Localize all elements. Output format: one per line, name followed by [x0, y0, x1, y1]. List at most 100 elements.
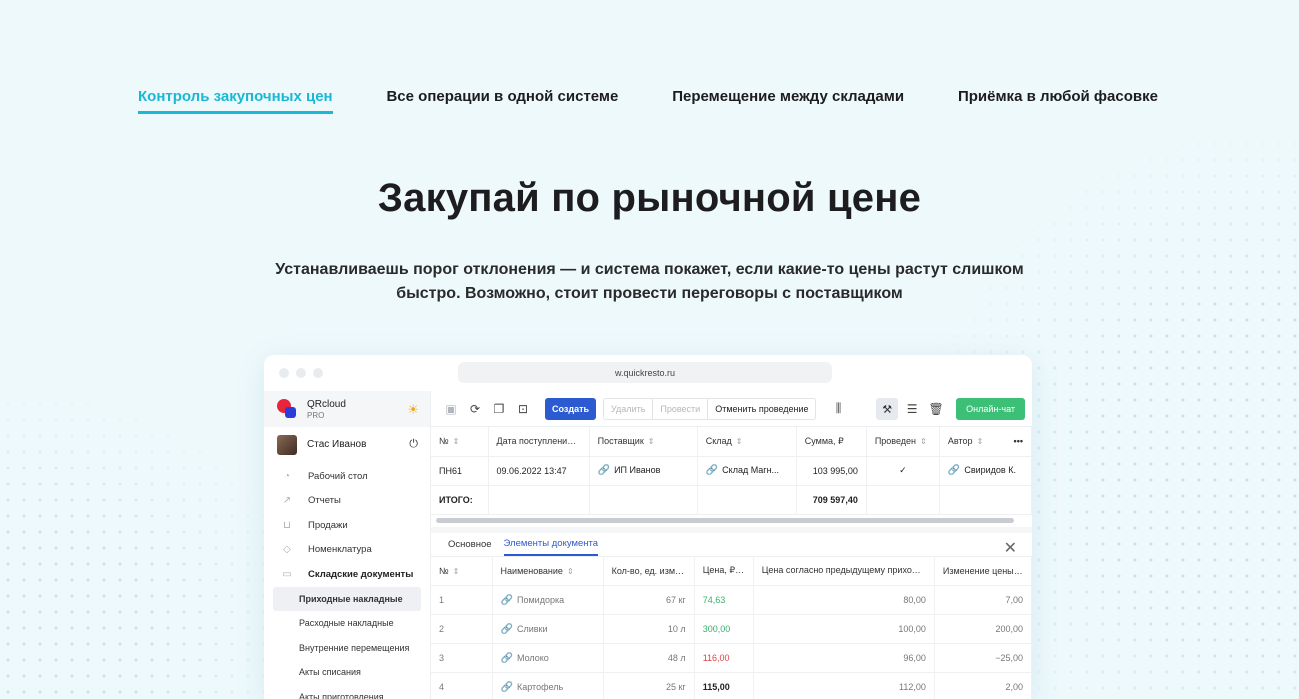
col-date[interactable]: Дата поступления ⇕ — [488, 427, 590, 457]
sidebar-subitem-incoming[interactable]: Приходные накладные — [273, 586, 421, 611]
total-row: ИТОГО: 709 597,40 — [431, 485, 1032, 515]
sidebar-item-label: Номенклатура — [308, 544, 372, 556]
more-icon[interactable]: ••• — [1014, 436, 1023, 446]
trash-icon[interactable]: 🗑 — [926, 402, 946, 416]
sidebar-subitem-transfers[interactable]: Внутренние перемещения — [264, 636, 430, 661]
link-icon[interactable]: 🔗 — [501, 595, 513, 606]
sidebar-item-sales[interactable]: ⊔ Продажи — [264, 513, 430, 538]
table-row[interactable]: 4 🔗 Картофель 25 кг 115,00 112,00 2,00 — [431, 672, 1032, 699]
window-dot-close[interactable] — [279, 368, 289, 378]
brand-block: QRcloud PRO ☀ — [264, 391, 430, 427]
cell-warehouse: 🔗 Склад Магн... — [697, 456, 797, 486]
link-icon[interactable]: 🔗 — [501, 653, 513, 664]
col-item-qty[interactable]: Кол-во, ед. изм. ⇕ — [603, 556, 695, 586]
col-posted[interactable]: Проведен ⇕ — [866, 427, 940, 457]
sidebar-subitem-outgoing[interactable]: Расходные накладные — [264, 611, 430, 636]
tab-all-operations[interactable]: Все операции в одной системе — [386, 88, 618, 114]
hero-subtitle: Устанавливаешь порог отклонения — и сист… — [240, 258, 1059, 306]
toolbar: ▣ ⟳ ❐ ⊡ Создать Удалить Провести Отменит… — [431, 391, 1032, 427]
sun-icon[interactable]: ☀ — [407, 402, 419, 418]
tag-icon: ◇ — [283, 544, 291, 556]
hero-subtitle-line2: быстро. Возможно, стоит провести перегов… — [396, 285, 903, 302]
col-number[interactable]: № ⇕ — [431, 427, 489, 457]
cell-sum: 103 995,00 — [796, 456, 867, 486]
table-row[interactable]: ПН61 09.06.2022 13:47 🔗 ИП Иванов 🔗 Склад … — [431, 456, 1032, 486]
sidebar: QRcloud PRO ☀ Стас Иванов ⏻ ◔ Рабочий сто… — [264, 391, 431, 699]
feature-tabs: Контроль закупочных цен Все операции в о… — [138, 88, 1158, 114]
copy-icon[interactable]: ❐ — [489, 402, 509, 416]
close-icon[interactable]: ✕ — [1004, 538, 1017, 558]
sidebar-item-label: Складские документы — [308, 568, 414, 580]
inbox-icon[interactable]: ⊡ — [513, 402, 533, 416]
documents-table: № ⇕ Дата поступления ⇕ Поставщик ⇕ Склад ⇕ С… — [431, 427, 1032, 515]
refresh-icon[interactable]: ⟳ — [465, 402, 485, 416]
main-panel: ▣ ⟳ ❐ ⊡ Создать Удалить Провести Отменит… — [431, 391, 1032, 699]
cell-supplier: 🔗 ИП Иванов — [589, 456, 698, 486]
cell-date: 09.06.2022 13:47 — [488, 456, 590, 486]
document-actions: Удалить Провести Отменить проведение — [603, 397, 817, 420]
delete-button[interactable]: Удалить — [604, 398, 654, 419]
col-supplier[interactable]: Поставщик ⇕ — [589, 427, 698, 457]
brand-plan: PRO — [307, 410, 325, 420]
create-button[interactable]: Создать — [545, 397, 597, 420]
hero-subtitle-line1: Устанавливаешь порог отклонения — и сист… — [275, 261, 1024, 278]
avatar[interactable] — [277, 434, 297, 455]
online-chat-button[interactable]: Онлайн-чат — [956, 398, 1025, 420]
horizontal-scrollbar[interactable] — [431, 515, 1032, 527]
table-row[interactable]: 2 🔗 Сливки 10 л 300,00 100,00 200,00 — [431, 614, 1032, 644]
tab-receiving[interactable]: Приёмка в любой фасовке — [958, 88, 1158, 114]
sidebar-item-label: Продажи — [308, 519, 348, 531]
sidebar-item-warehouse-docs[interactable]: ▭ Складские документы — [264, 562, 430, 587]
sidebar-item-label: Отчеты — [308, 495, 341, 507]
link-icon[interactable]: 🔗 — [501, 624, 513, 635]
sidebar-menu: ◔ Рабочий стол ↗ Отчеты ⊔ Продажи ◇ Номенкла… — [264, 462, 430, 699]
user-block: Стас Иванов ⏻ — [264, 427, 430, 462]
window-titlebar: w.quickresto.ru — [264, 355, 1032, 391]
tab-main[interactable]: Основное — [448, 533, 492, 556]
sidebar-subitem-cooking[interactable]: Акты приготовления — [264, 685, 430, 699]
power-icon[interactable]: ⏻ — [409, 438, 418, 451]
chart-icon: ↗ — [282, 495, 292, 507]
qrcloud-logo — [277, 399, 297, 419]
brand-name: QRcloud — [307, 398, 346, 410]
col-item-change[interactable]: Изменение цены, % — [934, 556, 1032, 586]
col-author[interactable]: Автор ⇕ ••• — [939, 427, 1032, 457]
tab-warehouse-transfer[interactable]: Перемещение между складами — [672, 88, 904, 114]
link-icon[interactable]: 🔗 — [598, 465, 610, 476]
window-controls — [279, 368, 323, 378]
save-icon[interactable]: ▣ — [441, 402, 461, 416]
col-sum[interactable]: Сумма, ₽ — [796, 427, 867, 457]
col-warehouse[interactable]: Склад ⇕ — [697, 427, 797, 457]
sidebar-subitem-writeoffs[interactable]: Акты списания — [264, 660, 430, 685]
basket-icon: ⊔ — [283, 519, 291, 531]
col-item-prev-price[interactable]: Цена согласно предыдущему приходу, ₽ — [753, 556, 935, 586]
table-row[interactable]: 3 🔗 Молоко 48 л 116,00 96,00 −25,00 — [431, 643, 1032, 673]
detail-tabs: Основное Элементы документа ✕ — [431, 526, 1032, 558]
post-button[interactable]: Провести — [653, 398, 709, 419]
col-item-number[interactable]: № ⇕ — [431, 556, 493, 586]
box-icon: ▭ — [282, 568, 292, 580]
unpost-button[interactable]: Отменить проведение — [708, 399, 815, 419]
sliders-icon[interactable]: ⫼ — [828, 401, 848, 416]
window-dot-maximize[interactable] — [313, 368, 323, 378]
total-sum: 709 597,40 — [796, 485, 867, 515]
col-item-price[interactable]: Цена, ₽ ⇕ — [694, 556, 754, 586]
cell-number: ПН61 — [431, 456, 489, 486]
tab-price-control[interactable]: Контроль закупочных цен — [138, 88, 333, 114]
link-icon[interactable]: 🔗 — [948, 465, 960, 476]
user-name: Стас Иванов — [307, 439, 367, 450]
col-item-name[interactable]: Наименование ⇕ — [492, 556, 604, 586]
tab-document-items[interactable]: Элементы документа — [503, 533, 599, 556]
check-icon: ✓ — [866, 456, 940, 486]
link-icon[interactable]: 🔗 — [706, 465, 718, 476]
address-bar[interactable]: w.quickresto.ru — [458, 362, 832, 383]
link-icon[interactable]: 🔗 — [501, 682, 513, 693]
sidebar-item-reports[interactable]: ↗ Отчеты — [264, 489, 430, 514]
tools-icon[interactable]: ⚒ — [876, 398, 899, 420]
table-row[interactable]: 1 🔗 Помидорка 67 кг 74,63 80,00 7,00 — [431, 585, 1032, 615]
sidebar-item-dashboard[interactable]: ◔ Рабочий стол — [264, 464, 430, 489]
list-icon[interactable]: ☰ — [902, 402, 922, 416]
sidebar-item-nomenclature[interactable]: ◇ Номенклатура — [264, 538, 430, 563]
window-dot-minimize[interactable] — [296, 368, 306, 378]
cell-author: 🔗 Свиридов К. — [939, 456, 1032, 486]
